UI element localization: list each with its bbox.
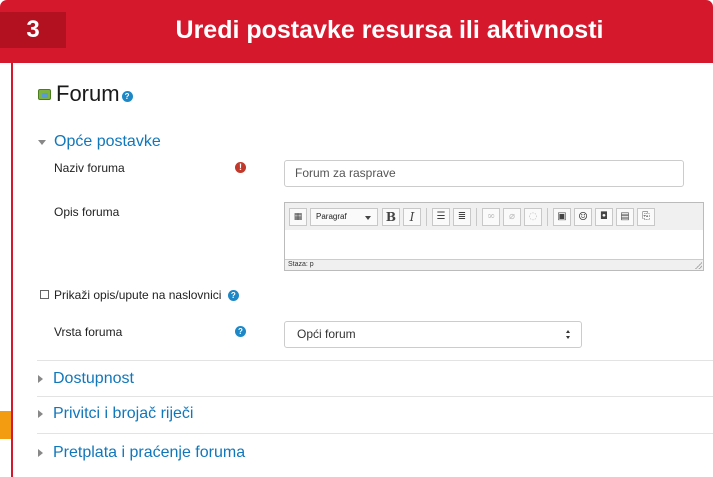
editor-toolbar: ▦ Paragraf B I ☰ ≣ ∞ ⌀ ◌ ▣ ☺ ◘ ▤ ⎘ <box>285 203 703 231</box>
section-availability[interactable]: Dostupnost <box>38 370 134 388</box>
editor-content-area[interactable] <box>285 230 703 262</box>
step-number: 3 <box>0 12 66 48</box>
video-icon[interactable]: ▤ <box>616 207 634 226</box>
section-title: Dostupnost <box>53 370 134 387</box>
forum-name-label: Naziv foruma <box>54 161 125 175</box>
rich-text-editor: ▦ Paragraf B I ☰ ≣ ∞ ⌀ ◌ ▣ ☺ ◘ ▤ ⎘ Staza <box>284 202 704 271</box>
section-title: Pretplata i praćenje foruma <box>53 444 246 461</box>
resize-handle[interactable] <box>695 262 702 269</box>
chevron-right-icon <box>38 449 43 457</box>
chevron-down-icon <box>38 139 46 145</box>
paragraph-format-select[interactable]: Paragraf <box>310 207 378 226</box>
forum-description-label: Opis foruma <box>54 205 120 219</box>
anchor-icon[interactable]: ◌ <box>524 207 542 226</box>
editor-path: Staza: p <box>288 261 314 268</box>
paste-icon[interactable]: ⎘ <box>637 207 655 226</box>
toolbar-toggle-icon[interactable]: ▦ <box>289 207 307 226</box>
forum-icon <box>38 88 51 100</box>
chevron-right-icon <box>38 375 43 383</box>
accent-marker <box>0 411 11 439</box>
help-icon[interactable]: ? <box>121 90 133 102</box>
screenshot-frame: Forum ? Opće postavke Naziv foruma ! For… <box>11 63 713 477</box>
page-title: Forum <box>56 81 120 106</box>
italic-button[interactable]: I <box>403 207 421 226</box>
link-icon[interactable]: ∞ <box>482 207 500 226</box>
settings-form: Forum ? Opće postavke Naziv foruma ! For… <box>37 63 713 477</box>
media-icon[interactable]: ◘ <box>595 207 613 226</box>
numbered-list-icon[interactable]: ≣ <box>453 207 471 226</box>
step-title: Uredi postavke resursa ili aktivnosti <box>175 16 604 44</box>
bold-button[interactable]: B <box>382 207 400 226</box>
section-attachments[interactable]: Privitci i brojač riječi <box>38 405 193 423</box>
editor-status-bar: Staza: p <box>285 259 703 270</box>
unlink-icon[interactable]: ⌀ <box>503 207 521 226</box>
section-general-settings[interactable]: Opće postavke <box>38 133 161 151</box>
required-icon: ! <box>235 162 246 173</box>
show-description-checkbox[interactable] <box>40 290 49 299</box>
select-arrows-icon <box>566 330 571 339</box>
chevron-right-icon <box>38 410 43 418</box>
forum-name-input[interactable]: Forum za rasprave <box>284 160 684 187</box>
show-description-label: Prikaži opis/upute na naslovnici ? <box>54 288 239 302</box>
bullet-list-icon[interactable]: ☰ <box>432 207 450 226</box>
forum-type-label: Vrsta foruma <box>54 325 123 339</box>
page-header: Forum ? <box>38 81 133 107</box>
help-icon[interactable]: ? <box>227 290 239 302</box>
step-banner: 3 Uredi postavke resursa ili aktivnosti <box>0 0 713 63</box>
emoticon-icon[interactable]: ☺ <box>574 207 592 226</box>
help-icon[interactable]: ? <box>235 326 246 337</box>
section-subscription[interactable]: Pretplata i praćenje foruma <box>38 444 245 462</box>
image-icon[interactable]: ▣ <box>553 207 571 226</box>
forum-type-select[interactable]: Opći forum <box>284 321 582 348</box>
section-title: Opće postavke <box>54 133 161 150</box>
section-title: Privitci i brojač riječi <box>53 405 194 422</box>
